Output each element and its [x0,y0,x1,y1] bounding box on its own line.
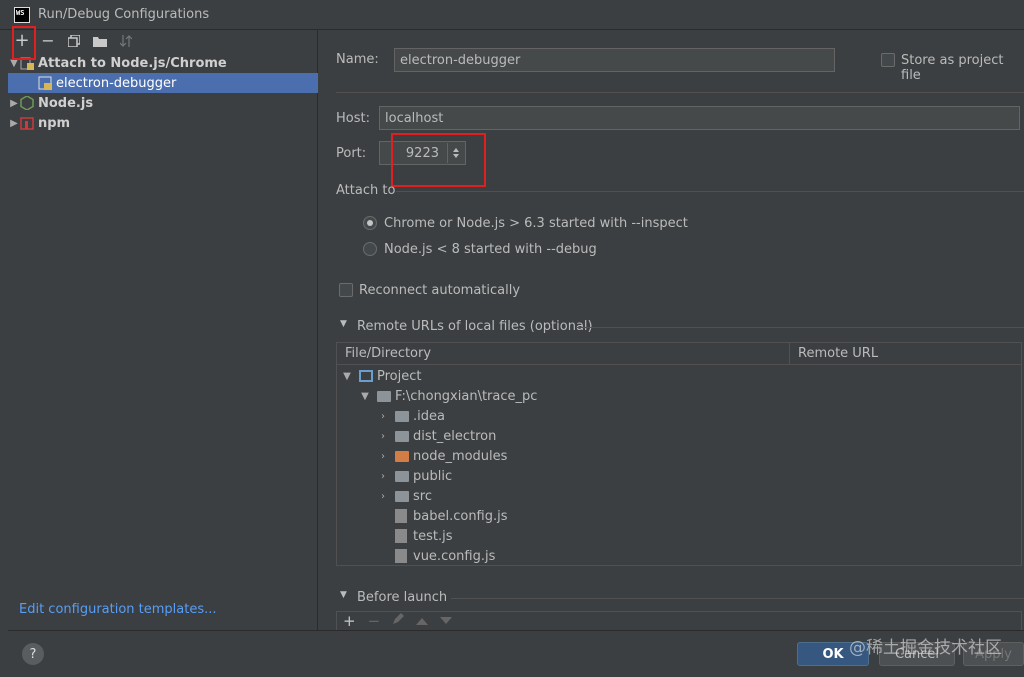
remove-icon[interactable]: − [40,33,56,49]
configuration-form: Name: electron-debugger Store as project… [319,30,1024,630]
remote-urls-table: File/Directory Remote URL ▼ Project ▼ F:… [336,342,1022,566]
folder-icon [395,490,409,502]
divider [451,598,1024,599]
row-label: dist_electron [413,428,497,444]
project-icon [359,370,373,382]
watermark: @稀土掘金技术社区 [849,638,1002,658]
reconnect-checkbox[interactable] [339,283,353,297]
move-down-icon[interactable] [440,614,453,629]
table-row[interactable]: vue.config.js [395,546,495,566]
tree-item-npm[interactable]: ▶ npm [8,113,318,133]
title-bar: WS Run/Debug Configurations [0,0,1024,30]
table-row[interactable]: › .idea [377,406,445,426]
help-icon[interactable]: ? [22,643,44,665]
chevron-right-icon[interactable]: › [377,451,389,462]
row-label: node_modules [413,448,508,464]
table-row[interactable]: › node_modules [377,446,507,466]
dialog-footer: ? OK Cancel Apply @稀土掘金技术社区 [8,630,1024,677]
before-launch-toolbar: + − [336,611,1022,630]
edit-configuration-templates-link[interactable]: Edit configuration templates... [19,602,217,617]
copy-icon[interactable] [66,33,82,49]
table-row[interactable]: babel.config.js [395,506,508,526]
collapse-arrow-icon[interactable]: ▼ [340,590,347,600]
tree-item-label: electron-debugger [56,75,177,91]
chevron-down-icon[interactable]: ▼ [341,371,353,382]
highlight-port-box [391,133,486,187]
chevron-right-icon[interactable]: › [377,431,389,442]
edit-icon[interactable] [392,613,405,629]
folder-icon [395,430,409,442]
chevron-right-icon[interactable]: › [377,411,389,422]
tree-item-electron-debugger[interactable]: electron-debugger [8,73,318,93]
host-label: Host: [336,111,370,126]
folder-icon [395,410,409,422]
before-launch-label: Before launch [357,590,448,605]
divider [396,191,1024,192]
chevron-right-icon[interactable]: › [377,491,389,502]
js-debug-config-icon [38,76,52,90]
tree-item-label: Node.js [38,95,94,111]
collapse-arrow-icon[interactable]: ▼ [340,319,347,329]
table-row[interactable]: › dist_electron [377,426,496,446]
add-icon[interactable]: + [343,612,356,630]
webstorm-logo-icon: WS [14,6,30,23]
chevron-right-icon[interactable]: › [377,471,389,482]
tree-item-label: npm [38,115,71,131]
move-up-icon[interactable] [416,614,429,629]
store-project-file-checkbox[interactable] [881,53,895,67]
folder-icon [395,470,409,482]
table-row[interactable]: ▼ Project [341,366,421,386]
remote-urls-label: Remote URLs of local files (optional) [357,319,593,334]
folder-excluded-icon [395,450,409,462]
column-remote-url[interactable]: Remote URL [790,343,1021,364]
table-header: File/Directory Remote URL [337,343,1021,365]
npm-icon [20,116,34,130]
port-label: Port: [336,146,367,161]
remove-icon[interactable]: − [368,612,381,630]
configurations-panel: + − ▼ Attach to Node.js/Chrome electron-… [8,30,318,630]
configurations-toolbar: + − [8,30,317,52]
host-input[interactable]: localhost [379,106,1020,130]
name-label: Name: [336,52,379,67]
table-row[interactable]: test.js [395,526,452,546]
row-label: F:\chongxian\trace_pc [395,388,538,404]
tree-item-attach-node-chrome[interactable]: ▼ Attach to Node.js/Chrome [8,53,318,73]
reconnect-label: Reconnect automatically [359,283,521,298]
table-row[interactable]: › public [377,466,452,486]
chevron-down-icon[interactable]: ▼ [359,391,371,402]
sort-icon[interactable] [118,33,134,49]
folder-icon [377,390,391,402]
debug-radio-label: Node.js < 8 started with --debug [384,242,597,257]
row-label: src [413,488,432,504]
js-file-icon [395,529,407,543]
row-label: babel.config.js [413,508,508,524]
name-input[interactable]: electron-debugger [394,48,835,72]
highlight-add-box [12,26,36,60]
debug-radio[interactable] [363,242,377,256]
table-row[interactable]: ▼ F:\chongxian\trace_pc [359,386,537,406]
chevron-right-icon[interactable]: ▶ [8,98,20,109]
row-label: public [413,468,453,484]
chevron-right-icon[interactable]: ▶ [8,118,20,129]
tree-item-label: Attach to Node.js/Chrome [38,55,227,71]
store-project-file-label: Store as project file [901,53,1004,83]
folder-add-icon[interactable] [92,33,108,49]
nodejs-icon [20,95,34,111]
table-row[interactable]: › src [377,486,432,506]
window-title: Run/Debug Configurations [38,7,210,22]
row-label: vue.config.js [413,548,496,564]
divider [577,327,1024,328]
column-file-directory[interactable]: File/Directory [337,343,790,364]
inspect-radio-label: Chrome or Node.js > 6.3 started with --i… [384,216,688,231]
row-label: .idea [413,408,445,424]
row-label: test.js [413,528,453,544]
divider [336,92,1024,93]
tree-item-nodejs[interactable]: ▶ Node.js [8,93,318,113]
js-file-icon [395,549,407,563]
inspect-radio[interactable] [363,216,377,230]
row-label: Project [377,368,422,384]
js-file-icon [395,509,407,523]
attach-to-label: Attach to [336,183,396,198]
